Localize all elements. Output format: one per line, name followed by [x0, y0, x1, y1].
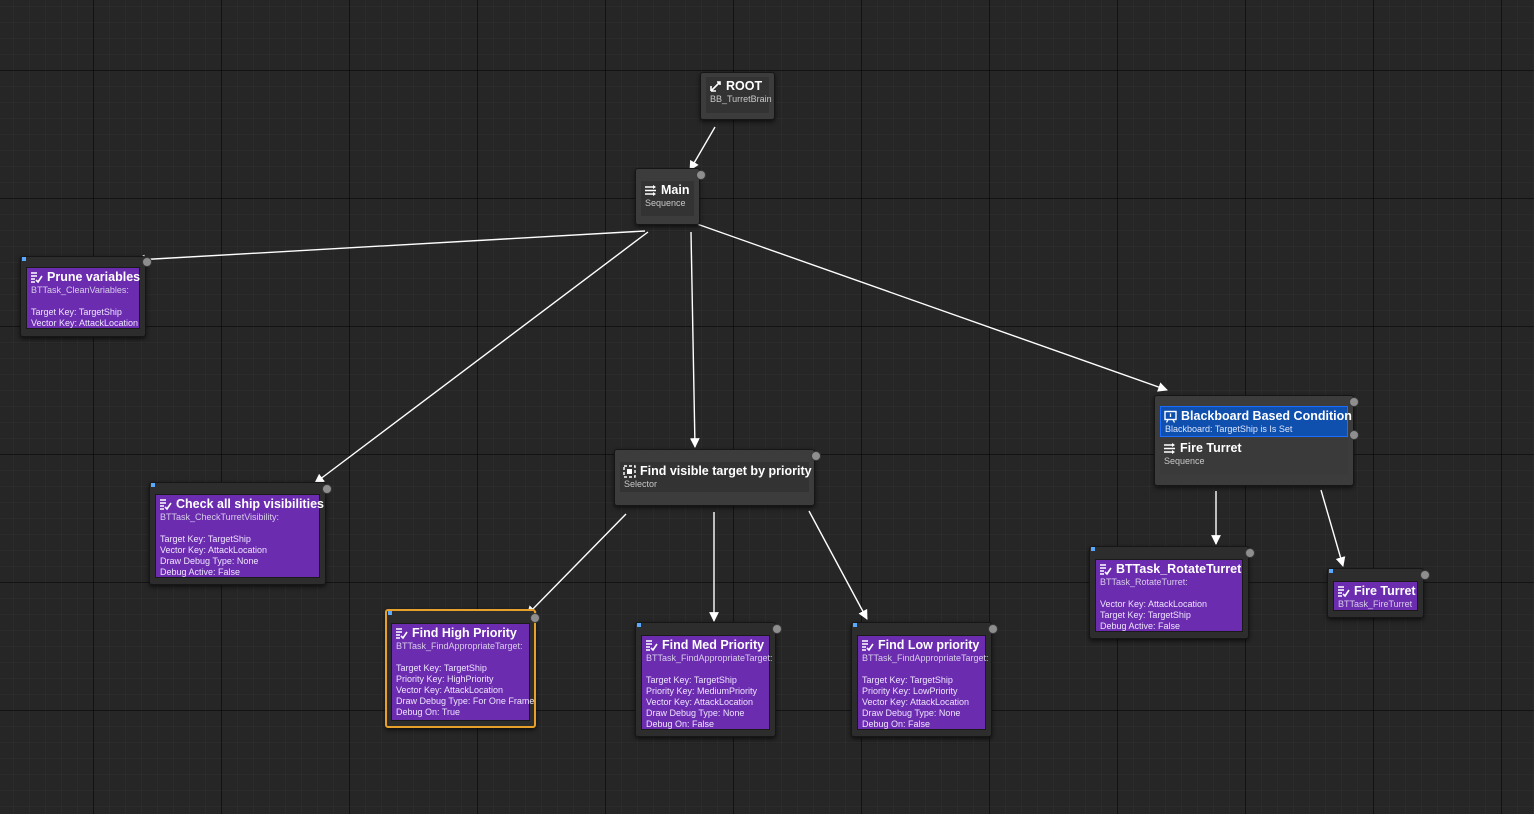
node-title: Find Med Priority	[662, 638, 765, 652]
node-title: Main	[661, 183, 690, 197]
output-pin[interactable]	[530, 613, 540, 623]
node-subtitle: Selector	[624, 479, 658, 489]
output-pin[interactable]	[1420, 570, 1430, 580]
task-icon	[862, 640, 874, 652]
task-icon	[1100, 564, 1112, 576]
output-pin[interactable]	[322, 484, 332, 494]
breakpoint-flag	[637, 623, 641, 627]
selector-icon	[623, 465, 636, 478]
node-title: ROOT	[726, 79, 763, 93]
node-subtitle: BTTask_FireTurret	[1338, 599, 1413, 609]
node-properties: Target Key: TargetShip Vector Key: Attac…	[160, 534, 268, 577]
wire-fireseq-firetask	[1320, 489, 1346, 567]
node-title: Find Low priority	[878, 638, 980, 652]
prune-variables-task-node[interactable]: Prune variables BTTask_CleanVariables: T…	[20, 256, 152, 337]
node-title: Prune variables	[47, 270, 141, 284]
wire-findvisible-high	[526, 513, 627, 616]
node-properties: Target Key: TargetShip Priority Key: Med…	[646, 675, 758, 729]
output-pin[interactable]	[772, 624, 782, 634]
node-properties: Vector Key: AttackLocation Target Key: T…	[1100, 599, 1208, 631]
check-visibilities-task-node[interactable]: Check all ship visibilities BTTask_Check…	[149, 482, 332, 585]
wire-findvisible-low	[808, 510, 868, 620]
node-title: Check all ship visibilities	[176, 497, 324, 511]
breakpoint-flag	[388, 611, 392, 615]
blackboard-condition-decorator[interactable]: Blackboard Based Condition Blackboard: T…	[1160, 406, 1352, 437]
breakpoint-flag	[151, 483, 155, 487]
find-low-priority-task-node[interactable]: Find Low priority BTTask_FindAppropriate…	[851, 622, 998, 737]
node-subtitle: BTTask_FindAppropriateTarget:	[396, 641, 523, 651]
wire-root-main	[689, 126, 716, 171]
rotate-turret-task-node[interactable]: BTTask_RotateTurret BTTask_RotateTurret:…	[1089, 546, 1255, 639]
node-properties: Target Key: TargetShip Priority Key: Hig…	[396, 663, 535, 717]
breakpoint-flag	[1091, 547, 1095, 551]
root-node[interactable]: ROOT BB_TurretBrain	[700, 72, 775, 120]
sequence-icon	[645, 185, 656, 196]
wire-main-findvisible	[689, 231, 700, 448]
node-properties: Target Key: TargetShip Priority Key: Low…	[862, 675, 970, 729]
find-visible-selector-node[interactable]: Find visible target by priority Selector	[614, 449, 821, 506]
node-subtitle: BTTask_CleanVariables:	[31, 285, 129, 295]
node-title: Fire Turret	[1354, 584, 1416, 598]
fire-turret-sequence-node[interactable]: Blackboard Based Condition Blackboard: T…	[1154, 395, 1359, 486]
node-subtitle: BB_TurretBrain	[710, 94, 772, 104]
decorator-title: Blackboard Based Condition	[1181, 409, 1352, 423]
wire-main-fireseq	[696, 223, 1168, 392]
node-subtitle: BTTask_FindAppropriateTarget:	[646, 653, 773, 663]
decorator-subtitle: Blackboard: TargetShip is Is Set	[1165, 424, 1293, 434]
sequence-icon	[1164, 443, 1175, 454]
output-pin[interactable]	[811, 451, 821, 461]
task-icon	[31, 272, 43, 284]
node-title: Fire Turret	[1180, 441, 1242, 455]
node-subtitle: BTTask_FindAppropriateTarget:	[862, 653, 989, 663]
root-icon	[710, 81, 721, 92]
decorator-pin[interactable]	[1349, 430, 1359, 440]
task-icon	[646, 640, 658, 652]
output-pin[interactable]	[142, 257, 152, 267]
node-subtitle: Sequence	[645, 198, 686, 208]
find-med-priority-task-node[interactable]: Find Med Priority BTTask_FindAppropriate…	[635, 622, 782, 737]
output-pin[interactable]	[1245, 548, 1255, 558]
node-subtitle: BTTask_RotateTurret:	[1100, 577, 1188, 587]
node-properties: Target Key: TargetShip Vector Key: Attac…	[31, 307, 139, 328]
fire-turret-composite: Fire Turret Sequence	[1160, 439, 1348, 475]
find-high-priority-task-node[interactable]: Find High Priority BTTask_FindAppropriat…	[385, 609, 540, 728]
output-pin[interactable]	[1349, 397, 1359, 407]
node-title: Find visible target by priority	[640, 464, 812, 478]
output-pin[interactable]	[988, 624, 998, 634]
task-icon	[160, 499, 172, 511]
breakpoint-flag	[22, 257, 26, 261]
blackboard-icon	[1164, 410, 1177, 423]
main-sequence-node[interactable]: Main Sequence	[635, 168, 706, 225]
task-icon	[396, 628, 408, 640]
wire-main-prune	[135, 230, 646, 265]
node-title: BTTask_RotateTurret	[1116, 562, 1242, 576]
task-icon	[1338, 586, 1350, 598]
breakpoint-flag	[1329, 569, 1333, 573]
node-title: Find High Priority	[412, 626, 517, 640]
breakpoint-flag	[853, 623, 857, 627]
node-subtitle: BTTask_CheckTurretVisibility:	[160, 512, 280, 522]
output-pin[interactable]	[696, 170, 706, 180]
node-subtitle: Sequence	[1164, 456, 1205, 466]
wire-main-check	[314, 231, 649, 484]
fire-turret-task-node[interactable]: Fire Turret BTTask_FireTurret	[1327, 568, 1430, 618]
